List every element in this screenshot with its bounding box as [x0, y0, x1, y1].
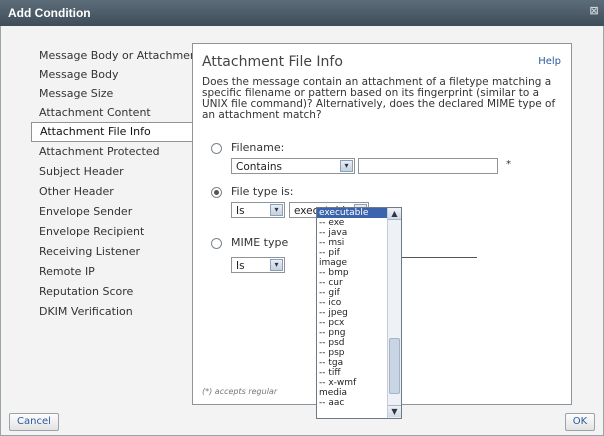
filetype-dropdown-list[interactable]: executable -- exe -- java -- msi -- pif image…	[316, 207, 402, 419]
dropdown-scrollbar[interactable]: ▲ ▼	[387, 208, 401, 418]
dropdown-option[interactable]: image	[317, 258, 387, 268]
filename-operator-select[interactable]: Contains ▾	[231, 158, 355, 174]
scroll-up-icon[interactable]: ▲	[388, 208, 401, 220]
panel-description: Does the message contain an attachment o…	[202, 76, 556, 121]
scroll-down-icon[interactable]: ▼	[388, 405, 401, 417]
dropdown-option[interactable]: -- ico	[317, 298, 387, 308]
ok-button[interactable]: OK	[565, 413, 595, 431]
filetype-operator-select[interactable]: Is ▾	[231, 202, 285, 218]
dropdown-option[interactable]: -- jpeg	[317, 308, 387, 318]
dialog-title: Add Condition	[8, 6, 91, 20]
dialog-titlebar: Add Condition ⊠	[0, 0, 604, 26]
panel-title: Attachment File Info	[202, 54, 343, 70]
dropdown-option[interactable]: -- tiff	[317, 368, 387, 378]
mime-radio[interactable]	[211, 238, 222, 249]
dropdown-option[interactable]: media	[317, 388, 387, 398]
mime-label: MIME type	[231, 236, 289, 249]
filetype-radio[interactable]	[211, 187, 222, 198]
filename-input[interactable]	[358, 158, 498, 174]
dropdown-option[interactable]: -- bmp	[317, 268, 387, 278]
dropdown-option[interactable]: -- psp	[317, 348, 387, 358]
dropdown-option[interactable]: -- pif	[317, 248, 387, 258]
help-link[interactable]: Help	[538, 56, 561, 67]
dropdown-option[interactable]: -- gif	[317, 288, 387, 298]
dropdown-options: executable -- exe -- java -- msi -- pif image…	[317, 208, 387, 418]
footnote: (*) accepts regular	[202, 387, 278, 396]
chevron-down-icon[interactable]: ▾	[270, 204, 283, 216]
dropdown-option[interactable]: -- pcx	[317, 318, 387, 328]
chevron-down-icon[interactable]: ▾	[340, 160, 353, 172]
filetype-label: File type is:	[231, 185, 294, 198]
dialog-body: Message Body or Attachment Message Body …	[0, 26, 604, 436]
filename-radio[interactable]	[211, 143, 222, 154]
mime-operator-value: Is	[236, 260, 245, 272]
dropdown-option[interactable]: executable	[317, 208, 387, 218]
close-icon[interactable]: ⊠	[588, 5, 600, 17]
dropdown-option[interactable]: -- psd	[317, 338, 387, 348]
filename-label: Filename:	[231, 141, 285, 154]
cancel-button[interactable]: Cancel	[9, 413, 59, 431]
chevron-down-icon[interactable]: ▾	[270, 259, 283, 271]
dropdown-option[interactable]: -- x-wmf	[317, 378, 387, 388]
dropdown-option[interactable]: -- exe	[317, 218, 387, 228]
dropdown-option[interactable]: -- aac	[317, 398, 387, 408]
filetype-operator-value: Is	[236, 205, 245, 217]
dropdown-option[interactable]: -- msi	[317, 238, 387, 248]
required-asterisk: *	[506, 159, 511, 170]
dropdown-option[interactable]: -- java	[317, 228, 387, 238]
dropdown-option[interactable]: -- tga	[317, 358, 387, 368]
dropdown-option[interactable]: -- png	[317, 328, 387, 338]
dropdown-option[interactable]: -- cur	[317, 278, 387, 288]
mime-operator-select[interactable]: Is ▾	[231, 257, 285, 273]
scrollbar-thumb[interactable]	[389, 338, 400, 394]
filename-operator-value: Contains	[236, 161, 283, 173]
